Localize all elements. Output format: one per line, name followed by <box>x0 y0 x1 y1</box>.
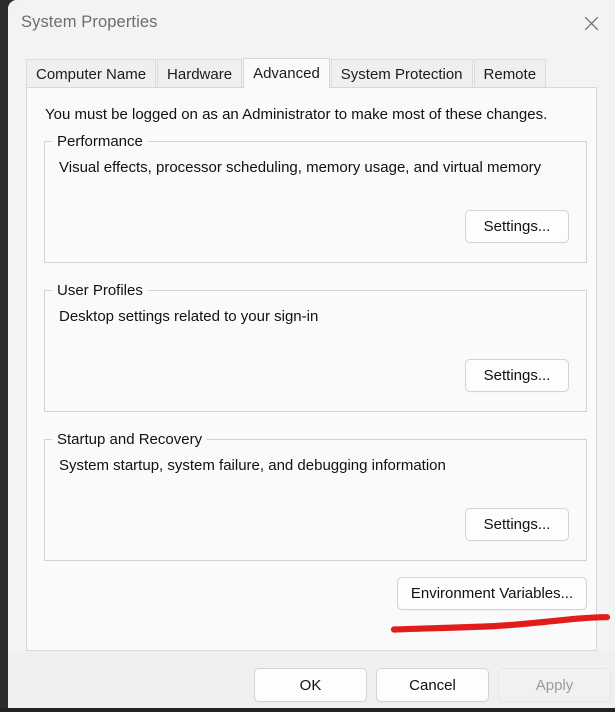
close-icon <box>584 16 599 31</box>
advanced-tab-panel: You must be logged on as an Administrato… <box>26 87 597 651</box>
user-profiles-description: Desktop settings related to your sign-in <box>59 308 319 325</box>
button-label: OK <box>299 676 322 694</box>
performance-settings-button[interactable]: Settings... <box>465 210 569 243</box>
window-title: System Properties <box>21 13 158 31</box>
dialog-footer: OK Cancel Apply <box>8 651 615 708</box>
startup-recovery-description: System startup, system failure, and debu… <box>59 457 446 474</box>
tab-label: Remote <box>483 65 537 83</box>
title-bar: System Properties <box>8 0 615 50</box>
tab-label: Hardware <box>167 65 233 83</box>
button-label: Settings... <box>483 516 551 533</box>
startup-recovery-group: Startup and Recovery System startup, sys… <box>44 431 587 561</box>
tab-label: System Protection <box>340 65 463 83</box>
tab-computer-name[interactable]: Computer Name <box>26 59 157 88</box>
cancel-button[interactable]: Cancel <box>376 668 489 702</box>
button-label: Apply <box>535 676 574 694</box>
tab-label: Computer Name <box>36 65 147 83</box>
button-label: Settings... <box>483 218 551 235</box>
environment-variables-button[interactable]: Environment Variables... <box>397 577 587 610</box>
user-profiles-settings-button[interactable]: Settings... <box>465 359 569 392</box>
startup-recovery-settings-button[interactable]: Settings... <box>465 508 569 541</box>
ok-button[interactable]: OK <box>254 668 367 702</box>
tab-remote[interactable]: Remote <box>473 59 547 88</box>
tab-label: Advanced <box>253 65 320 82</box>
tab-system-protection[interactable]: System Protection <box>330 59 473 88</box>
button-label: Cancel <box>409 676 456 694</box>
performance-group: Performance Visual effects, processor sc… <box>44 133 587 263</box>
button-label: Settings... <box>483 367 551 384</box>
user-profiles-group-legend: User Profiles <box>52 282 148 299</box>
startup-recovery-group-legend: Startup and Recovery <box>52 431 208 448</box>
tab-advanced[interactable]: Advanced <box>243 58 330 89</box>
button-label: Environment Variables... <box>410 585 574 602</box>
performance-description: Visual effects, processor scheduling, me… <box>59 159 542 176</box>
desktop-bottom-edge <box>0 708 615 712</box>
apply-button: Apply <box>498 668 611 702</box>
tab-strip: Computer Name Hardware Advanced System P… <box>26 58 547 89</box>
close-button[interactable] <box>568 0 615 46</box>
admin-notice-text: You must be logged on as an Administrato… <box>45 106 548 123</box>
tab-hardware[interactable]: Hardware <box>157 59 243 88</box>
system-properties-dialog: System Properties Computer Name Hardware… <box>8 0 615 708</box>
performance-group-legend: Performance <box>52 133 148 150</box>
user-profiles-group: User Profiles Desktop settings related t… <box>44 282 587 412</box>
